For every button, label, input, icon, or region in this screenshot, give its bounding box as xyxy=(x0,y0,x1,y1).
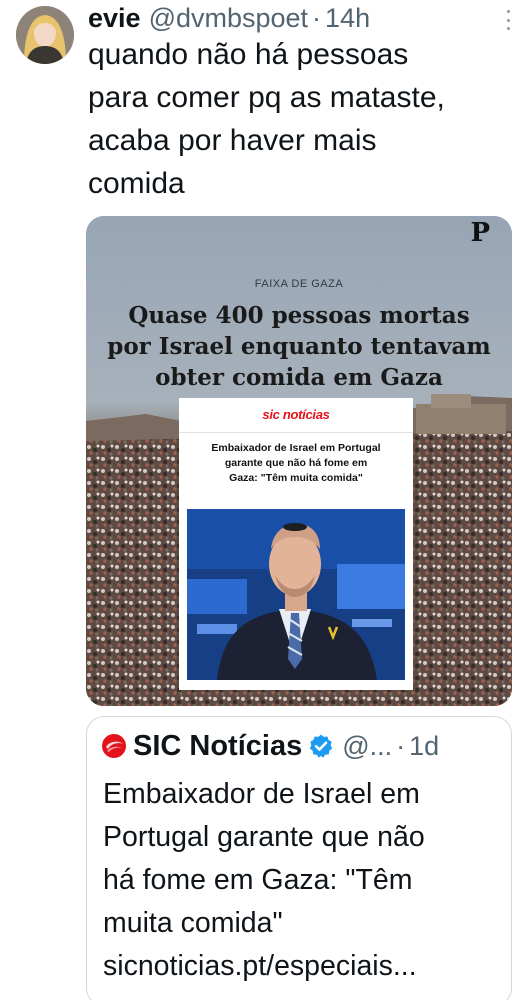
quoted-tweet-header: SIC Notícias @... · 1d xyxy=(101,729,501,763)
quoted-tweet-text: Embaixador de Israel em Portugal garante… xyxy=(103,778,425,982)
quoted-tweet[interactable]: SIC Notícias @... · 1d Embaixador de Isr… xyxy=(86,716,512,1000)
sic-noticias-logo: sic notícias xyxy=(262,407,330,422)
author-display-name[interactable]: evie xyxy=(88,3,141,34)
inset-headline: Embaixador de Israel em Portugal garante… xyxy=(211,442,381,484)
author-avatar[interactable] xyxy=(16,6,74,64)
avatar-image xyxy=(16,6,74,64)
tweet-timestamp[interactable]: 14h xyxy=(325,3,370,34)
publisher-logo: P xyxy=(470,218,490,248)
tweet-media[interactable]: P FAIXA DE GAZA Quase 400 pessoas mortas… xyxy=(86,216,512,706)
more-vertical-icon[interactable] xyxy=(498,10,518,30)
ambassador-photo xyxy=(187,509,405,680)
inset-screenshot: sic notícias Embaixador de Israel em Por… xyxy=(179,398,413,690)
verified-badge-icon xyxy=(310,734,333,758)
tweet-text: quando não há pessoas para comer pq as m… xyxy=(88,38,445,200)
sic-noticias-avatar-icon[interactable] xyxy=(101,733,127,759)
quoted-display-name[interactable]: SIC Notícias xyxy=(133,730,302,763)
media-kicker: FAIXA DE GAZA xyxy=(254,278,344,290)
quoted-timestamp[interactable]: 1d xyxy=(409,731,439,762)
media-headline: Quase 400 pessoas mortas por Israel enqu… xyxy=(107,302,491,391)
tweet-header: evie @dvmbspoet · 14h xyxy=(88,0,518,36)
header-separator: · xyxy=(312,2,322,33)
author-handle[interactable]: @dvmbspoet xyxy=(149,3,308,34)
quoted-handle[interactable]: @... xyxy=(342,731,392,762)
quoted-separator: · xyxy=(396,730,406,761)
inset-divider xyxy=(179,432,413,433)
